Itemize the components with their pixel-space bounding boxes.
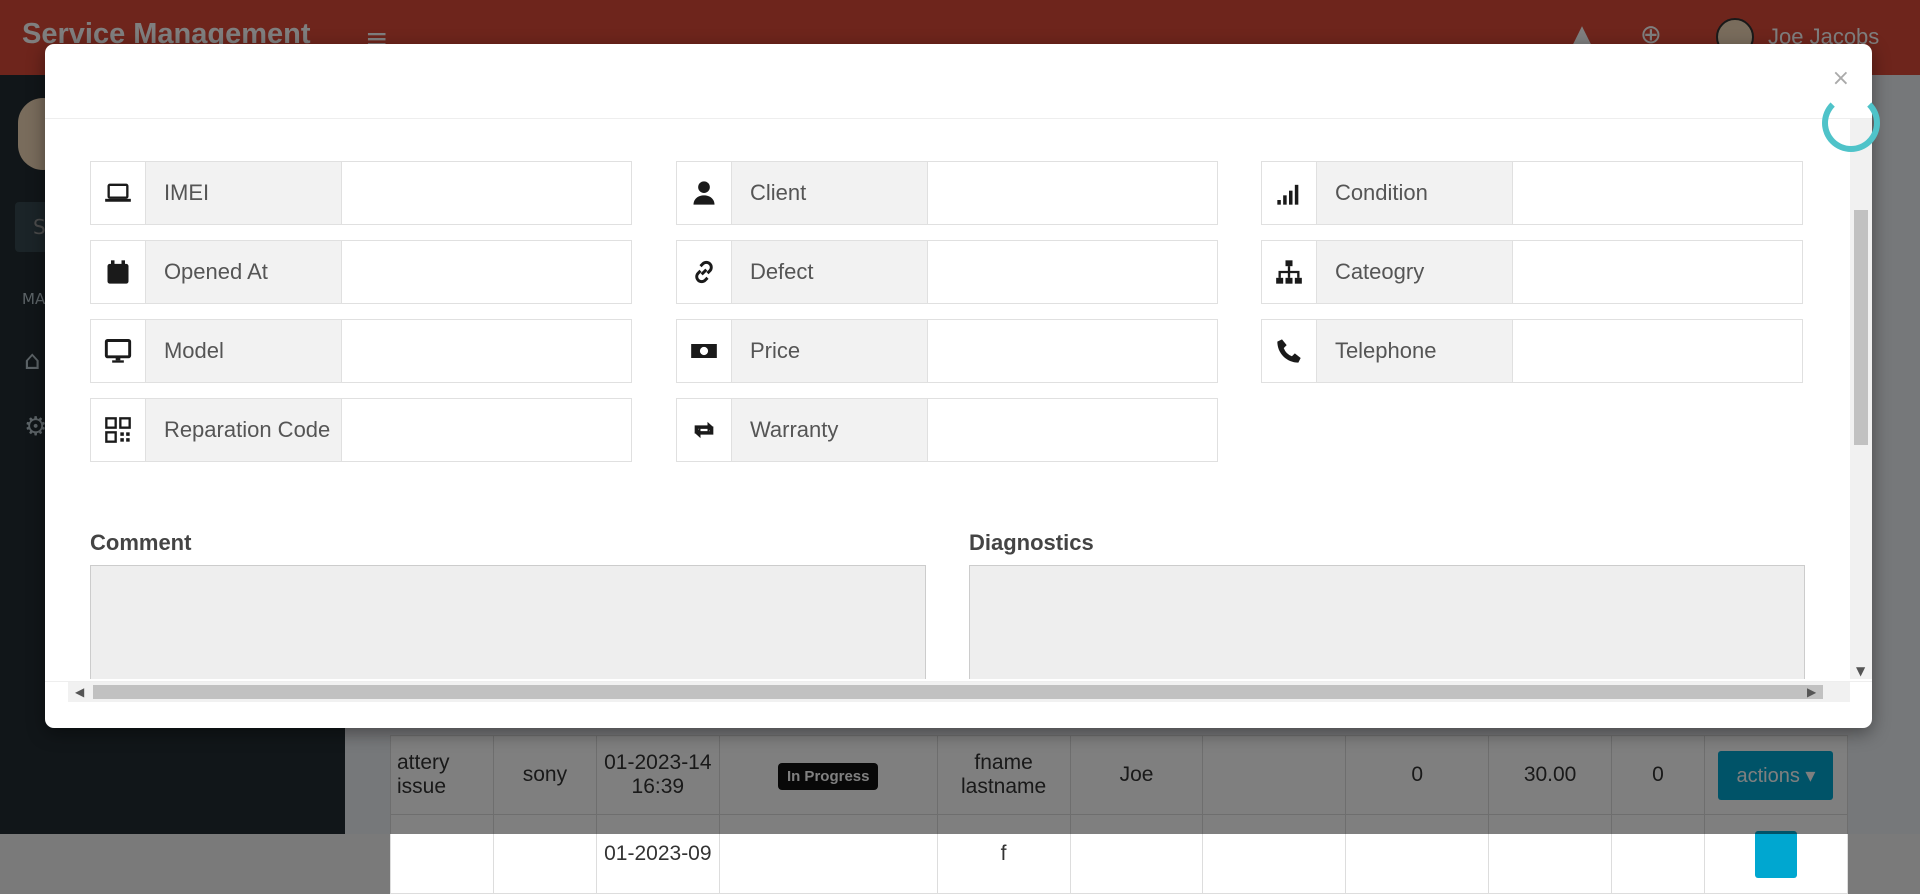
retweet-icon xyxy=(677,399,732,461)
price-input[interactable] xyxy=(928,320,1217,382)
reparation-code-input[interactable] xyxy=(342,399,631,461)
calendar-icon xyxy=(91,241,146,303)
comment-label: Comment xyxy=(90,530,192,555)
qrcode-icon xyxy=(91,399,146,461)
desktop-icon xyxy=(91,320,146,382)
warranty-field: Warranty xyxy=(676,398,1218,462)
ticket-details-modal: × IMEI Client Condition Opened At Defect xyxy=(45,44,1872,728)
money-icon xyxy=(677,320,732,382)
diagnostics-label: Diagnostics xyxy=(969,530,1094,555)
opened-at-input[interactable] xyxy=(342,241,631,303)
condition-field: Condition xyxy=(1261,161,1803,225)
sitemap-icon xyxy=(1262,241,1317,303)
telephone-input[interactable] xyxy=(1513,320,1802,382)
diagnostics-textarea[interactable] xyxy=(969,565,1805,679)
defect-label: Defect xyxy=(731,241,928,303)
modal-footer xyxy=(45,681,1872,729)
telephone-label: Telephone xyxy=(1316,320,1513,382)
actions-button[interactable] xyxy=(1755,830,1797,878)
category-field: Cateogry xyxy=(1261,240,1803,304)
signal-icon xyxy=(1262,162,1317,224)
close-icon[interactable]: × xyxy=(1832,66,1850,91)
vertical-scrollbar-thumb[interactable] xyxy=(1854,210,1868,445)
modal-header: × xyxy=(45,44,1872,119)
condition-label: Condition xyxy=(1316,162,1513,224)
category-input[interactable] xyxy=(1513,241,1802,303)
client-field: Client xyxy=(676,161,1218,225)
model-input[interactable] xyxy=(342,320,631,382)
phone-icon xyxy=(1262,320,1317,382)
client-input[interactable] xyxy=(928,162,1217,224)
opened-at-label: Opened At xyxy=(145,241,342,303)
laptop-icon xyxy=(91,162,146,224)
loading-spinner-icon xyxy=(1822,94,1880,152)
opened-at-field: Opened At xyxy=(90,240,632,304)
client-label: Client xyxy=(731,162,928,224)
modal-body: IMEI Client Condition Opened At Defect C… xyxy=(68,119,1850,679)
imei-label: IMEI xyxy=(145,162,342,224)
model-field: Model xyxy=(90,319,632,383)
condition-input[interactable] xyxy=(1513,162,1802,224)
defect-field: Defect xyxy=(676,240,1218,304)
reparation-code-label: Reparation Code xyxy=(145,399,342,461)
telephone-field: Telephone xyxy=(1261,319,1803,383)
link-icon xyxy=(677,241,732,303)
comment-textarea[interactable] xyxy=(90,565,926,679)
scroll-down-icon[interactable]: ▼ xyxy=(1856,664,1865,678)
price-field: Price xyxy=(676,319,1218,383)
reparation-code-field: Reparation Code xyxy=(90,398,632,462)
category-label: Cateogry xyxy=(1316,241,1513,303)
warranty-label: Warranty xyxy=(731,399,928,461)
model-label: Model xyxy=(145,320,342,382)
defect-input[interactable] xyxy=(928,241,1217,303)
price-label: Price xyxy=(731,320,928,382)
imei-input[interactable] xyxy=(342,162,631,224)
user-icon xyxy=(677,162,732,224)
warranty-input[interactable] xyxy=(928,399,1217,461)
imei-field: IMEI xyxy=(90,161,632,225)
